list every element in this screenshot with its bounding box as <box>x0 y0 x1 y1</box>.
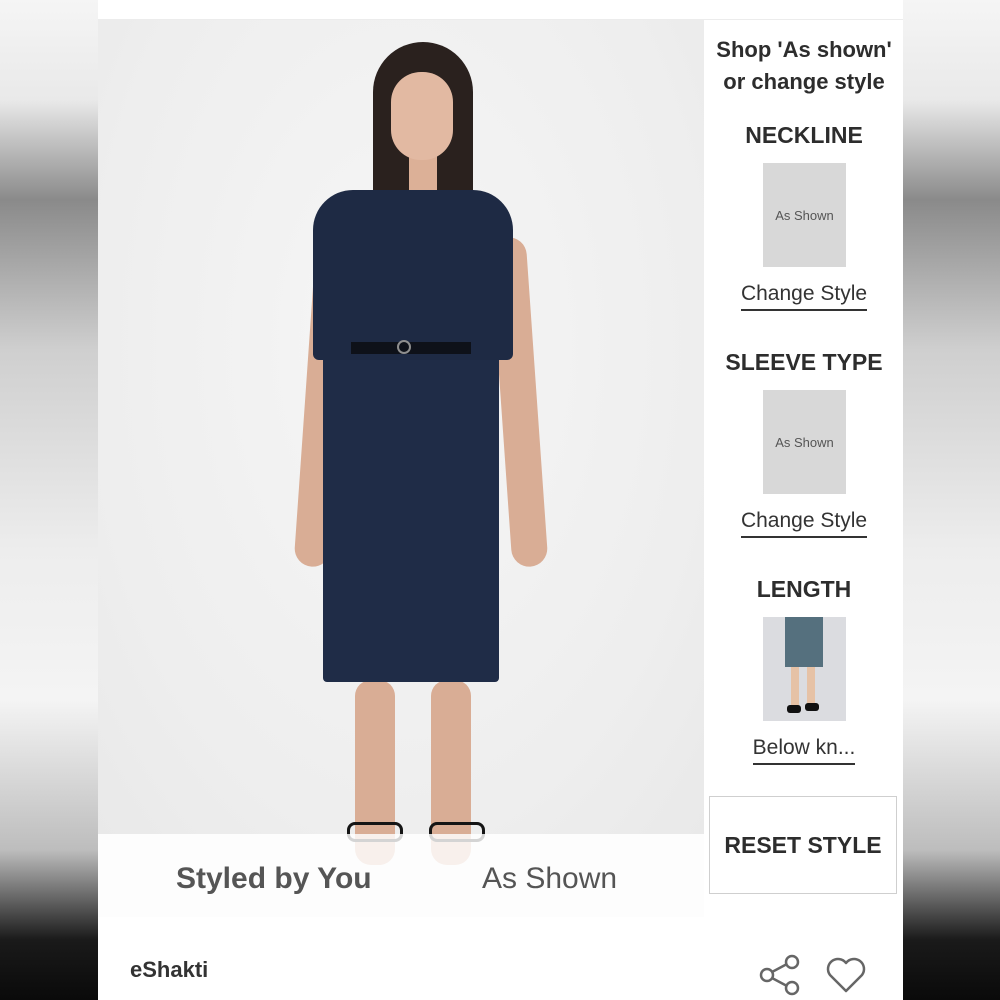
length-leg-left <box>791 667 799 707</box>
background-blur-right <box>903 0 1000 1000</box>
heart-icon[interactable] <box>824 953 868 997</box>
length-title: LENGTH <box>756 576 852 602</box>
dress-skirt <box>323 352 499 682</box>
panel-heading-line2: or change style <box>723 69 885 94</box>
product-image-panel[interactable]: Styled by You As Shown <box>98 20 704 917</box>
sleeve-type-thumbnail[interactable]: As Shown <box>763 390 846 494</box>
styled-by-you-tab[interactable]: Styled by You <box>176 862 372 896</box>
reset-style-button[interactable]: RESET STYLE <box>709 796 897 894</box>
sleeve-type-thumb-label: As Shown <box>775 434 834 450</box>
neckline-change-style-label: Change Style <box>740 282 868 311</box>
neckline-title: NECKLINE <box>745 122 863 148</box>
length-thumbnail[interactable] <box>763 617 846 721</box>
sleeve-type-change-style-label: Change Style <box>740 509 868 538</box>
length-skirt-illustration <box>785 617 823 667</box>
dress-top <box>313 190 513 360</box>
model-face <box>391 72 453 160</box>
length-change-style-link[interactable]: Below kn... <box>705 736 903 765</box>
length-shoe-left <box>787 705 801 713</box>
neckline-thumb-label: As Shown <box>775 207 834 223</box>
product-customizer: Styled by You As Shown Shop 'As shown' o… <box>98 0 903 1000</box>
sleeve-type-change-style-link[interactable]: Change Style <box>705 509 903 538</box>
style-options-panel: Shop 'As shown' or change style NECKLINE… <box>705 20 903 917</box>
brand-name: eShakti <box>130 957 209 982</box>
length-leg-right <box>807 667 815 707</box>
neckline-change-style-link[interactable]: Change Style <box>705 282 903 311</box>
neckline-thumbnail[interactable]: As Shown <box>763 163 846 267</box>
bottom-bar: eShakti <box>98 917 903 1000</box>
sleeve-type-title: SLEEVE TYPE <box>725 349 883 375</box>
share-icon[interactable] <box>758 953 802 997</box>
belt-buckle <box>397 340 411 354</box>
dress-belt <box>351 342 471 354</box>
panel-heading: Shop 'As shown' or change style <box>705 34 903 98</box>
panel-heading-line1: Shop 'As shown' <box>716 37 892 62</box>
top-strip <box>98 0 903 20</box>
style-toggle-bar: Styled by You As Shown <box>98 834 704 917</box>
model-figure <box>293 42 549 902</box>
length-shoe-right <box>805 703 819 711</box>
as-shown-tab[interactable]: As Shown <box>482 862 617 896</box>
background-blur-left <box>0 0 98 1000</box>
length-selected-label: Below kn... <box>752 736 856 765</box>
